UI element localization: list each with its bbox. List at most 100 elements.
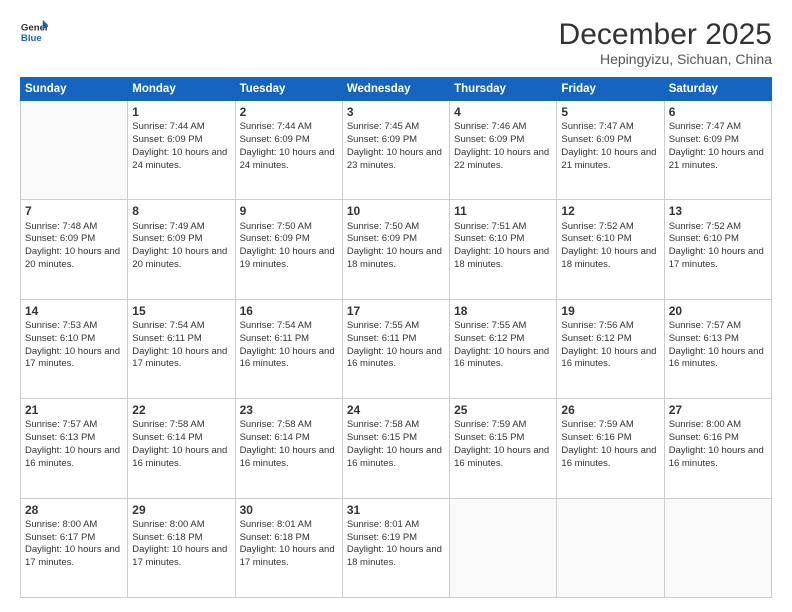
calendar-week-row: 21Sunrise: 7:57 AMSunset: 6:13 PMDayligh… (21, 399, 772, 498)
calendar-week-row: 14Sunrise: 7:53 AMSunset: 6:10 PMDayligh… (21, 299, 772, 398)
table-row: 2Sunrise: 7:44 AMSunset: 6:09 PMDaylight… (235, 101, 342, 200)
day-number: 16 (240, 303, 338, 319)
day-number: 1 (132, 104, 230, 120)
day-number: 23 (240, 402, 338, 418)
day-info: Daylight: 10 hours and 16 minutes. (669, 445, 767, 471)
table-row: 10Sunrise: 7:50 AMSunset: 6:09 PMDayligh… (342, 200, 449, 299)
day-info: Sunrise: 7:48 AM (25, 221, 123, 234)
day-number: 12 (561, 203, 659, 219)
table-row: 16Sunrise: 7:54 AMSunset: 6:11 PMDayligh… (235, 299, 342, 398)
day-number: 31 (347, 502, 445, 518)
col-saturday: Saturday (664, 78, 771, 101)
day-number: 20 (669, 303, 767, 319)
day-info: Sunset: 6:12 PM (561, 333, 659, 346)
day-info: Daylight: 10 hours and 16 minutes. (347, 445, 445, 471)
table-row: 28Sunrise: 8:00 AMSunset: 6:17 PMDayligh… (21, 498, 128, 597)
day-info: Daylight: 10 hours and 16 minutes. (25, 445, 123, 471)
day-info: Sunrise: 7:59 AM (454, 419, 552, 432)
day-info: Sunset: 6:10 PM (669, 233, 767, 246)
day-info: Sunrise: 7:58 AM (347, 419, 445, 432)
day-info: Sunrise: 8:00 AM (132, 519, 230, 532)
day-number: 13 (669, 203, 767, 219)
day-info: Sunset: 6:14 PM (132, 432, 230, 445)
day-number: 2 (240, 104, 338, 120)
table-row: 17Sunrise: 7:55 AMSunset: 6:11 PMDayligh… (342, 299, 449, 398)
day-number: 24 (347, 402, 445, 418)
day-number: 15 (132, 303, 230, 319)
day-info: Daylight: 10 hours and 17 minutes. (132, 346, 230, 372)
table-row (557, 498, 664, 597)
table-row: 6Sunrise: 7:47 AMSunset: 6:09 PMDaylight… (664, 101, 771, 200)
day-info: Daylight: 10 hours and 16 minutes. (132, 445, 230, 471)
day-info: Sunrise: 7:52 AM (561, 221, 659, 234)
day-number: 27 (669, 402, 767, 418)
day-info: Sunset: 6:09 PM (347, 233, 445, 246)
day-info: Daylight: 10 hours and 18 minutes. (347, 544, 445, 570)
table-row (664, 498, 771, 597)
day-number: 19 (561, 303, 659, 319)
calendar-header-row: Sunday Monday Tuesday Wednesday Thursday… (21, 78, 772, 101)
day-info: Sunset: 6:09 PM (25, 233, 123, 246)
day-info: Sunrise: 7:47 AM (561, 121, 659, 134)
day-info: Daylight: 10 hours and 18 minutes. (347, 246, 445, 272)
day-info: Sunrise: 7:53 AM (25, 320, 123, 333)
day-number: 29 (132, 502, 230, 518)
day-info: Sunset: 6:16 PM (561, 432, 659, 445)
day-info: Sunrise: 8:00 AM (25, 519, 123, 532)
day-info: Sunset: 6:09 PM (669, 134, 767, 147)
table-row: 4Sunrise: 7:46 AMSunset: 6:09 PMDaylight… (450, 101, 557, 200)
day-info: Sunrise: 7:49 AM (132, 221, 230, 234)
calendar-week-row: 7Sunrise: 7:48 AMSunset: 6:09 PMDaylight… (21, 200, 772, 299)
table-row (21, 101, 128, 200)
day-info: Sunrise: 7:45 AM (347, 121, 445, 134)
day-info: Sunrise: 7:52 AM (669, 221, 767, 234)
day-info: Sunset: 6:19 PM (347, 532, 445, 545)
header: General Blue December 2025 Hepingyizu, S… (20, 18, 772, 67)
table-row: 29Sunrise: 8:00 AMSunset: 6:18 PMDayligh… (128, 498, 235, 597)
day-info: Daylight: 10 hours and 16 minutes. (240, 346, 338, 372)
day-info: Daylight: 10 hours and 21 minutes. (669, 147, 767, 173)
day-info: Daylight: 10 hours and 21 minutes. (561, 147, 659, 173)
day-number: 17 (347, 303, 445, 319)
table-row: 31Sunrise: 8:01 AMSunset: 6:19 PMDayligh… (342, 498, 449, 597)
day-info: Daylight: 10 hours and 16 minutes. (669, 346, 767, 372)
col-wednesday: Wednesday (342, 78, 449, 101)
day-number: 14 (25, 303, 123, 319)
day-info: Sunset: 6:11 PM (240, 333, 338, 346)
day-number: 3 (347, 104, 445, 120)
day-info: Sunrise: 7:58 AM (132, 419, 230, 432)
day-number: 6 (669, 104, 767, 120)
day-info: Sunset: 6:17 PM (25, 532, 123, 545)
day-info: Daylight: 10 hours and 24 minutes. (132, 147, 230, 173)
day-info: Sunrise: 8:01 AM (240, 519, 338, 532)
logo: General Blue (20, 18, 48, 46)
day-number: 21 (25, 402, 123, 418)
day-info: Daylight: 10 hours and 16 minutes. (347, 346, 445, 372)
day-info: Daylight: 10 hours and 19 minutes. (240, 246, 338, 272)
day-info: Sunrise: 7:55 AM (454, 320, 552, 333)
svg-text:Blue: Blue (21, 33, 42, 44)
logo-icon: General Blue (20, 18, 48, 46)
table-row: 18Sunrise: 7:55 AMSunset: 6:12 PMDayligh… (450, 299, 557, 398)
day-info: Daylight: 10 hours and 16 minutes. (561, 445, 659, 471)
day-info: Sunset: 6:15 PM (347, 432, 445, 445)
table-row: 21Sunrise: 7:57 AMSunset: 6:13 PMDayligh… (21, 399, 128, 498)
day-info: Sunrise: 7:47 AM (669, 121, 767, 134)
day-info: Sunset: 6:09 PM (454, 134, 552, 147)
day-info: Daylight: 10 hours and 24 minutes. (240, 147, 338, 173)
day-info: Daylight: 10 hours and 17 minutes. (25, 544, 123, 570)
day-info: Daylight: 10 hours and 16 minutes. (561, 346, 659, 372)
day-number: 11 (454, 203, 552, 219)
table-row: 5Sunrise: 7:47 AMSunset: 6:09 PMDaylight… (557, 101, 664, 200)
day-info: Sunset: 6:13 PM (669, 333, 767, 346)
col-tuesday: Tuesday (235, 78, 342, 101)
day-info: Sunrise: 8:01 AM (347, 519, 445, 532)
page: General Blue December 2025 Hepingyizu, S… (0, 0, 792, 612)
title-block: December 2025 Hepingyizu, Sichuan, China (559, 18, 772, 67)
day-number: 5 (561, 104, 659, 120)
table-row: 1Sunrise: 7:44 AMSunset: 6:09 PMDaylight… (128, 101, 235, 200)
day-info: Sunrise: 7:54 AM (240, 320, 338, 333)
day-info: Sunrise: 7:46 AM (454, 121, 552, 134)
table-row: 7Sunrise: 7:48 AMSunset: 6:09 PMDaylight… (21, 200, 128, 299)
day-info: Sunrise: 7:44 AM (132, 121, 230, 134)
